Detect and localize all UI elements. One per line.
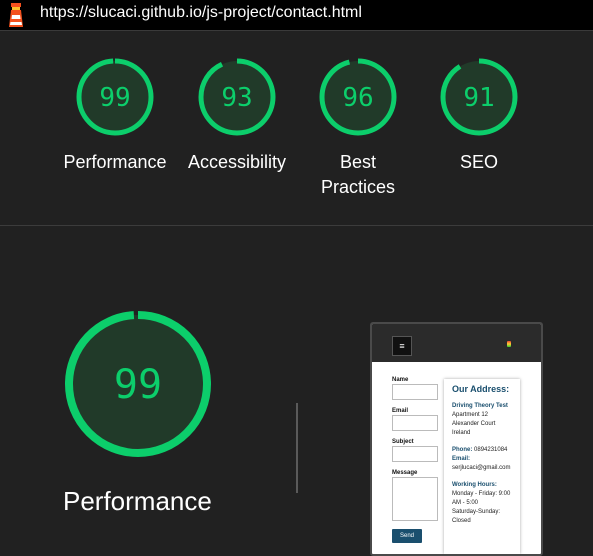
subject-field bbox=[392, 446, 438, 462]
score-value: 91 bbox=[463, 83, 494, 113]
send-button: Send bbox=[392, 529, 422, 543]
hours-line: AM - 5:00 bbox=[452, 500, 479, 506]
email-label: Email: bbox=[452, 456, 471, 462]
message-field bbox=[392, 477, 438, 521]
score-seo[interactable]: 91 SEO bbox=[424, 57, 534, 175]
message-label: Message bbox=[392, 470, 418, 476]
email-label: Email bbox=[392, 408, 409, 414]
section-divider bbox=[0, 225, 593, 226]
lighthouse-icon bbox=[9, 3, 23, 27]
company-name: Driving Theory Test bbox=[452, 403, 508, 409]
score-gauge: 93 bbox=[198, 58, 276, 136]
subject-label: Subject bbox=[392, 439, 414, 445]
score-gauge: 99 bbox=[76, 58, 154, 136]
thumbnail-header: ≡ bbox=[372, 324, 541, 362]
score-gauge: 91 bbox=[440, 58, 518, 136]
score-value: 96 bbox=[342, 83, 373, 113]
score-value: 99 bbox=[99, 83, 130, 113]
score-best-practices[interactable]: 96 Best Practices bbox=[303, 57, 413, 200]
score-accessibility[interactable]: 93 Accessibility bbox=[182, 57, 292, 175]
hours-line: Closed bbox=[452, 518, 471, 524]
hours-line: Monday - Friday: 9:00 bbox=[452, 491, 511, 497]
hours-line: Saturday-Sunday: bbox=[452, 509, 501, 515]
vertical-separator bbox=[296, 403, 298, 493]
main-score-value: 99 bbox=[114, 362, 162, 408]
address-line: Apartment 12 bbox=[452, 412, 489, 418]
score-label: Accessibility bbox=[187, 152, 287, 172]
address-card: Our Address: Driving Theory Test Apartme… bbox=[444, 379, 520, 554]
email-field bbox=[392, 415, 438, 431]
address-line: Ireland bbox=[452, 430, 471, 436]
address-title: Our Address: bbox=[452, 384, 510, 394]
score-label: SEO bbox=[459, 152, 498, 172]
name-field bbox=[392, 384, 438, 400]
page-screenshot-thumbnail[interactable]: ≡ Name Email Subject Message Send Our Ad… bbox=[370, 322, 543, 556]
main-score-label: Performance bbox=[63, 486, 212, 516]
phone-row: Phone: 0894231084 bbox=[452, 446, 515, 455]
score-label: Best Practices bbox=[320, 152, 396, 197]
contact-form: Name Email Subject Message Send bbox=[392, 377, 438, 543]
name-label: Name bbox=[392, 377, 409, 383]
address-line: Alexander Court bbox=[452, 421, 496, 427]
phone-label: Phone: bbox=[452, 447, 473, 453]
top-bar: https://slucaci.github.io/js-project/con… bbox=[0, 0, 593, 31]
hours-label: Working Hours: bbox=[452, 482, 497, 488]
traffic-light-icon bbox=[507, 341, 511, 347]
performance-main-gauge: 99 bbox=[65, 311, 211, 457]
email-value: serjlucaci@gmail.com bbox=[452, 465, 511, 471]
score-value: 93 bbox=[221, 83, 252, 113]
score-label: Performance bbox=[63, 152, 167, 172]
page-url[interactable]: https://slucaci.github.io/js-project/con… bbox=[40, 4, 362, 22]
score-performance[interactable]: 99 Performance bbox=[60, 57, 170, 175]
menu-icon: ≡ bbox=[392, 336, 412, 356]
score-gauge: 96 bbox=[319, 58, 397, 136]
phone-value: 0894231084 bbox=[474, 447, 508, 453]
